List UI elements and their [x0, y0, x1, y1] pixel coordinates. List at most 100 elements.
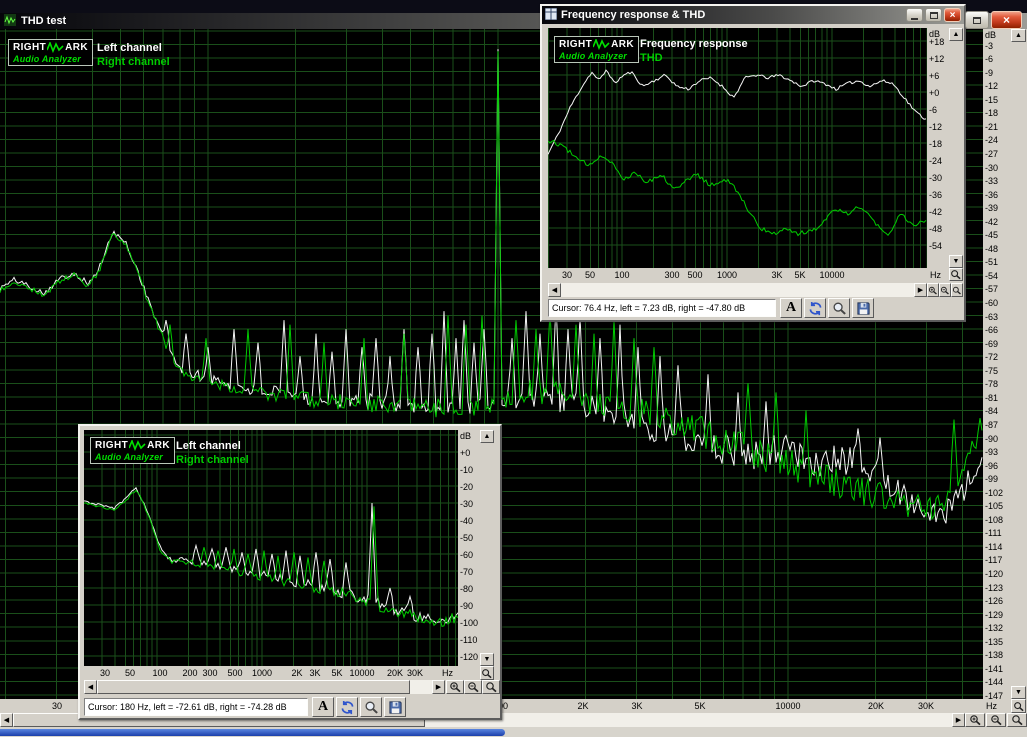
zoom-out-button[interactable] [986, 713, 1006, 727]
freq-axis-label: 1000 [251, 668, 273, 678]
axis-scroll-down-button[interactable]: ▼ [1011, 686, 1026, 699]
font-button[interactable]: A [780, 298, 802, 318]
zoom-out-button[interactable] [939, 283, 951, 297]
status-bar: Cursor: 76.4 Hz, left = 7.23 dB, right =… [542, 298, 964, 318]
scroll-left-button[interactable]: ◀ [0, 713, 13, 727]
freq-axis-label: 200 [182, 668, 198, 678]
spectrum-plot-small[interactable]: RIGHT ARK Audio Analyzer Left channel Rig… [84, 430, 458, 666]
db-axis-label: -39 [985, 203, 999, 214]
zoom-tool-button[interactable] [360, 697, 382, 717]
db-axis-label: +18 [929, 37, 945, 47]
hscroll-thumb[interactable] [97, 680, 410, 694]
left-arrow-icon: ◀ [87, 683, 94, 691]
db-axis-label: -60 [985, 298, 999, 309]
axis-unit-db: dB [985, 30, 997, 40]
scroll-left-button[interactable]: ◀ [84, 680, 97, 694]
db-axis-label: +12 [929, 53, 945, 64]
db-axis-label: -120 [985, 569, 1004, 580]
zoom-tool-button[interactable] [828, 298, 850, 318]
font-button[interactable]: A [312, 697, 334, 717]
axis-scroll-down-button[interactable]: ▼ [480, 653, 494, 666]
waveform-icon [129, 440, 146, 451]
freq-axis-label: 100 [152, 668, 168, 678]
titlebar-frequency-response[interactable]: Frequency response & THD × [542, 6, 964, 24]
axis-scroll-down-button[interactable]: ▼ [949, 255, 963, 268]
legend-frequency-response-label: Frequency response [640, 38, 748, 50]
db-axis-label: -33 [985, 176, 999, 187]
zoom-out-button[interactable] [464, 680, 482, 694]
maximize-button[interactable] [925, 8, 942, 22]
legend-main: Left channel Right channel [97, 41, 170, 69]
refresh-icon [809, 301, 821, 315]
db-axis-label: +6 [929, 70, 940, 81]
save-button[interactable] [852, 298, 874, 318]
legend-small: Left channel Right channel [176, 439, 249, 467]
db-axis-label: -70 [460, 567, 474, 577]
db-axis-label: -108 [985, 514, 1004, 525]
refresh-button[interactable] [804, 298, 826, 318]
db-axis-label: -12 [929, 121, 943, 132]
db-axis-small: dB +0 -10 -20 -30 -40 -50 -60 -70 -80 -90 -100 -110 -… [458, 430, 480, 666]
db-axis-label: -96 [985, 460, 999, 471]
freq-axis-label: 50 [584, 270, 596, 280]
magnifier-minus-icon [940, 286, 949, 295]
zoom-axis-button[interactable] [949, 268, 963, 281]
magnifier-icon [1011, 715, 1023, 726]
minimize-button[interactable] [906, 8, 923, 22]
zoom-reset-button[interactable] [482, 680, 500, 694]
db-axis-label: -80 [460, 584, 474, 594]
axis-scroll-up-button[interactable]: ▲ [1011, 29, 1026, 42]
db-axis-label: -24 [985, 135, 999, 146]
db-axis-label: +0 [460, 448, 471, 458]
scroll-right-button[interactable]: ▶ [914, 283, 927, 297]
scroll-left-button[interactable]: ◀ [548, 283, 561, 297]
zoom-axis-button[interactable] [480, 666, 494, 680]
zoom-in-button[interactable] [965, 713, 985, 727]
db-axis-label: -69 [985, 338, 999, 349]
legend-left-channel: Left channel [176, 440, 241, 452]
frequency-response-plot[interactable]: RIGHT ARK Audio Analyzer Frequency respon… [548, 28, 927, 268]
window-spectrum-small[interactable]: RIGHT ARK Audio Analyzer Left channel Rig… [78, 424, 502, 720]
zoom-in-button[interactable] [927, 283, 939, 297]
up-arrow-icon: ▲ [1015, 32, 1022, 39]
waveform-icon [593, 39, 610, 50]
logo-brand-left: RIGHT [559, 38, 593, 50]
db-axis-label: -48 [985, 243, 999, 254]
zoom-reset-button[interactable] [951, 283, 963, 297]
zoom-in-button[interactable] [446, 680, 464, 694]
refresh-button[interactable] [336, 697, 358, 717]
hscrollbar-freq[interactable] [548, 283, 927, 297]
db-axis-label: -48 [929, 223, 943, 234]
save-icon [856, 301, 870, 315]
window-frequency-response[interactable]: Frequency response & THD × RIGHT ARK Audi… [540, 4, 966, 322]
down-arrow-icon: ▼ [952, 258, 960, 265]
zoom-axis-button[interactable] [1011, 699, 1026, 713]
magnifier-icon [365, 701, 378, 714]
right-arrow-icon: ▶ [435, 683, 442, 691]
db-axis-label: -105 [985, 501, 1004, 512]
close-button[interactable]: × [944, 8, 961, 22]
db-axis-label: -100 [460, 618, 479, 628]
zoom-reset-button[interactable] [1007, 713, 1027, 727]
magnifier-minus-icon [990, 715, 1002, 726]
maximize-button[interactable] [965, 11, 989, 29]
refresh-icon [341, 700, 353, 714]
db-axis-label: -72 [985, 352, 999, 363]
db-axis-label: -20 [460, 482, 474, 492]
freq-axis-label: 20K [867, 701, 885, 711]
db-axis-label: -111 [985, 528, 1002, 539]
scroll-right-button[interactable]: ▶ [432, 680, 445, 694]
save-button[interactable] [384, 697, 406, 717]
scroll-right-button[interactable]: ▶ [952, 713, 965, 727]
axis-scroll-up-button[interactable]: ▲ [480, 430, 494, 443]
maximize-icon [929, 11, 938, 19]
logo-brand-left: RIGHT [95, 439, 129, 451]
rmaa-logo: RIGHT ARK Audio Analyzer [90, 437, 175, 464]
close-button[interactable]: × [991, 11, 1022, 29]
freq-axis-label: 30K [917, 701, 935, 711]
freq-axis-label: 300 [664, 270, 680, 280]
freq-axis-unit: Hz [442, 668, 453, 678]
db-axis-label: -93 [985, 447, 999, 458]
axis-scroll-up-button[interactable]: ▲ [949, 28, 963, 41]
window-title: THD test [21, 15, 67, 27]
